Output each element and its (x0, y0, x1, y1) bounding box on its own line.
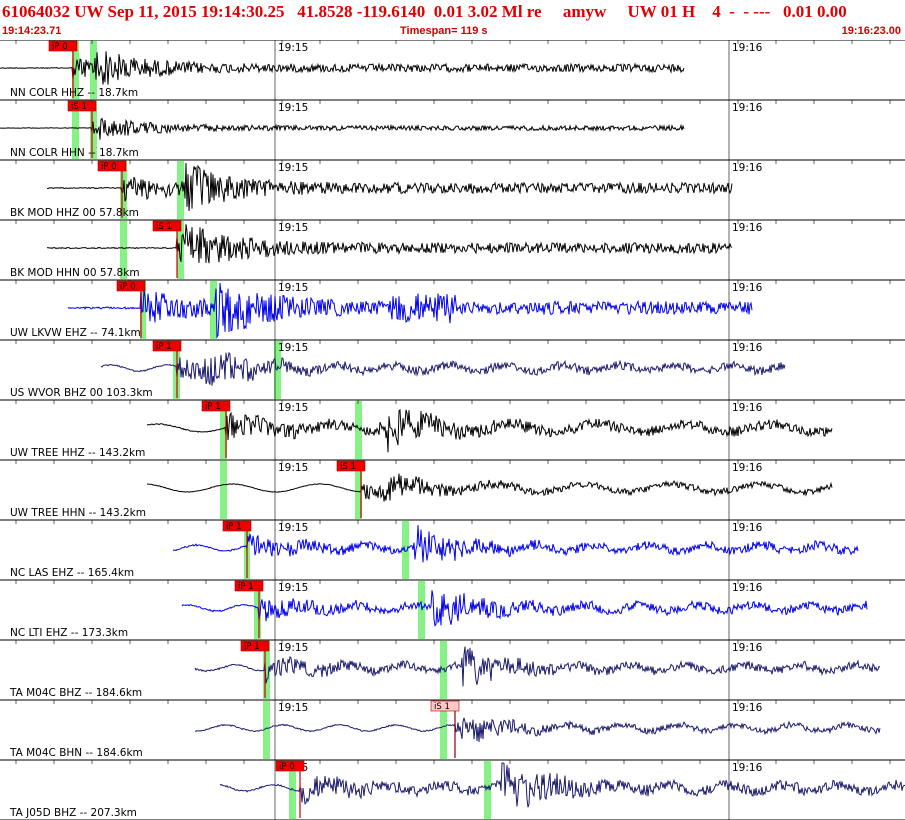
minute-tick-label: 19:16 (732, 342, 763, 354)
minute-tick-label: 19:16 (732, 42, 763, 54)
minute-tick-label: 19:15 (278, 162, 308, 174)
trace-label: BK MOD HHZ 00 57.8km (10, 207, 139, 219)
pick-flag-label: iP 0 (120, 282, 136, 292)
trace-label: TA M04C BHN -- 184.6km (9, 747, 143, 759)
trace-label: NN COLR HHZ -- 18.7km (10, 87, 138, 99)
trace-row[interactable]: 19:15 19:16 iS 1 UW TREE HHN -- 143.2km (0, 459, 905, 520)
minute-tick-label: 19:15 (278, 102, 308, 114)
trace-label: TA M04C BHZ -- 184.6km (9, 687, 142, 699)
trace-row[interactable]: 19:15 19:16 iP 1 NC LTI EHZ -- 173.3km (0, 579, 905, 640)
minute-tick-label: 19:16 (732, 642, 763, 654)
trace-label: NC LAS EHZ -- 165.4km (10, 567, 134, 579)
timespan-label: Timespan= 119 s (400, 25, 488, 37)
pick-flag-label: iP 1 (244, 642, 260, 652)
trace-label: UW TREE HHZ -- 143.2km (10, 447, 145, 459)
minute-tick-label: 19:15 (278, 282, 308, 294)
pick-flag-label: iS 1 (434, 702, 450, 712)
trace-label: UW TREE HHN -- 143.2km (10, 507, 146, 519)
minute-tick-label: 19:16 (732, 702, 763, 714)
minute-tick-label: 19:15 (278, 462, 308, 474)
pick-window-bar (355, 401, 362, 459)
trace-row[interactable]: 19:15 19:16 iP 1 UW TREE HHZ -- 143.2km (0, 399, 905, 460)
trace-label: NN COLR HHN -- 18.7km (10, 147, 139, 159)
minute-tick-label: 19:15 (278, 642, 308, 654)
pick-flag-label: iP 0 (101, 162, 117, 172)
trace-label: NC LTI EHZ -- 173.3km (10, 627, 128, 639)
minute-tick-label: 19:16 (732, 582, 763, 594)
minute-tick-label: 19:15 (278, 42, 308, 54)
waveform-trace (67, 282, 753, 339)
minute-tick-label: 19:16 (732, 102, 763, 114)
pick-flag-label: iP 1 (238, 582, 254, 592)
trace-label: TA J05D BHZ -- 207.3km (9, 807, 137, 819)
pick-flag-label: iS 1 (340, 462, 356, 472)
minute-tick-label: 19:15 (278, 402, 308, 414)
minute-tick-label: 19:15 (278, 522, 308, 534)
pick-flag-label: iS 1 (156, 222, 172, 232)
minute-tick-label: 19:15 (278, 702, 308, 714)
trace-row[interactable]: 19:1519:16iP 0TA J05D BHZ -- 207.3km (0, 759, 905, 820)
trace-row[interactable]: 19:15 19:16 iP 0 NN COLR HHZ -- 18.7km (0, 40, 905, 100)
minute-tick-label: 19:16 (732, 222, 763, 234)
pick-flag-label: iP 0 (279, 762, 295, 772)
waveform-trace (100, 351, 786, 386)
event-summary-title: 61064032 UW Sep 11, 2015 19:14:30.25 41.… (2, 2, 847, 21)
waveform-trace (47, 162, 733, 212)
trace-label: US WVOR BHZ 00 103.3km (10, 387, 153, 399)
minute-tick-label: 19:15 (278, 222, 308, 234)
waveform-trace (0, 51, 685, 85)
trace-row[interactable]: 19:15 19:16 iS 1 BK MOD HHN 00 57.8km (0, 219, 905, 280)
trace-row[interactable]: 19:15 19:16 iP 0 BK MOD HHZ 00 57.8km (0, 159, 905, 220)
waveform-trace (46, 224, 733, 264)
pick-flag-label: iP 1 (156, 342, 172, 352)
minute-tick-label: 19:16 (732, 402, 763, 414)
trace-row[interactable]: 19:15 19:16 iS 1 NN COLR HHN -- 18.7km (0, 99, 905, 160)
trace-row[interactable]: 19:15 19:16 iP 1 TA M04C BHZ -- 184.6km (0, 639, 905, 700)
minute-tick-label: 19:15 (278, 582, 308, 594)
event-header: 61064032 UW Sep 11, 2015 19:14:30.25 41.… (0, 0, 905, 40)
trace-label: UW LKVW EHZ -- 74.1km (10, 327, 141, 339)
window-end-time: 19:16:23.00 (841, 25, 901, 37)
seismogram-panel[interactable]: 19:15 19:16iP 0NN COLR HHZ -- 18.7km19:15… (0, 40, 905, 820)
minute-tick-label: 19:16 (732, 522, 763, 534)
minute-tick-label: 19:16 (732, 162, 763, 174)
trace-row[interactable]: 19:15 19:16 iP 0 UW LKVW EHZ -- 74.1km (0, 279, 905, 340)
waveform-trace (219, 762, 905, 808)
window-start-time: 19:14:23.71 (2, 25, 62, 37)
minute-tick-label: 19:16 (732, 762, 763, 774)
waveform-trace (0, 117, 685, 140)
minute-tick-label: 19:15 (278, 342, 308, 354)
pick-flag-label: iP 1 (205, 402, 221, 412)
pick-flag-label: iP 1 (226, 522, 242, 532)
pick-flag-label: iP 0 (52, 42, 68, 52)
waveform-trace (194, 717, 881, 743)
minute-tick-label: 19:16 (732, 462, 763, 474)
trace-row[interactable]: 19:15 19:16 iP 1 US WVOR BHZ 00 103.3km (0, 339, 905, 400)
trace-row[interactable]: 19:15 19:16 iS 1 TA M04C BHN -- 184.6km (0, 699, 905, 760)
waveform-trace (181, 590, 868, 627)
trace-row[interactable]: 19:15 19:16 iP 1 NC LAS EHZ -- 165.4km (0, 519, 905, 580)
pick-flag-label: iS 1 (71, 102, 87, 112)
pick-window-bar (220, 461, 227, 519)
minute-tick-label: 19:16 (732, 282, 763, 294)
trace-label: BK MOD HHN 00 57.8km (10, 267, 140, 279)
